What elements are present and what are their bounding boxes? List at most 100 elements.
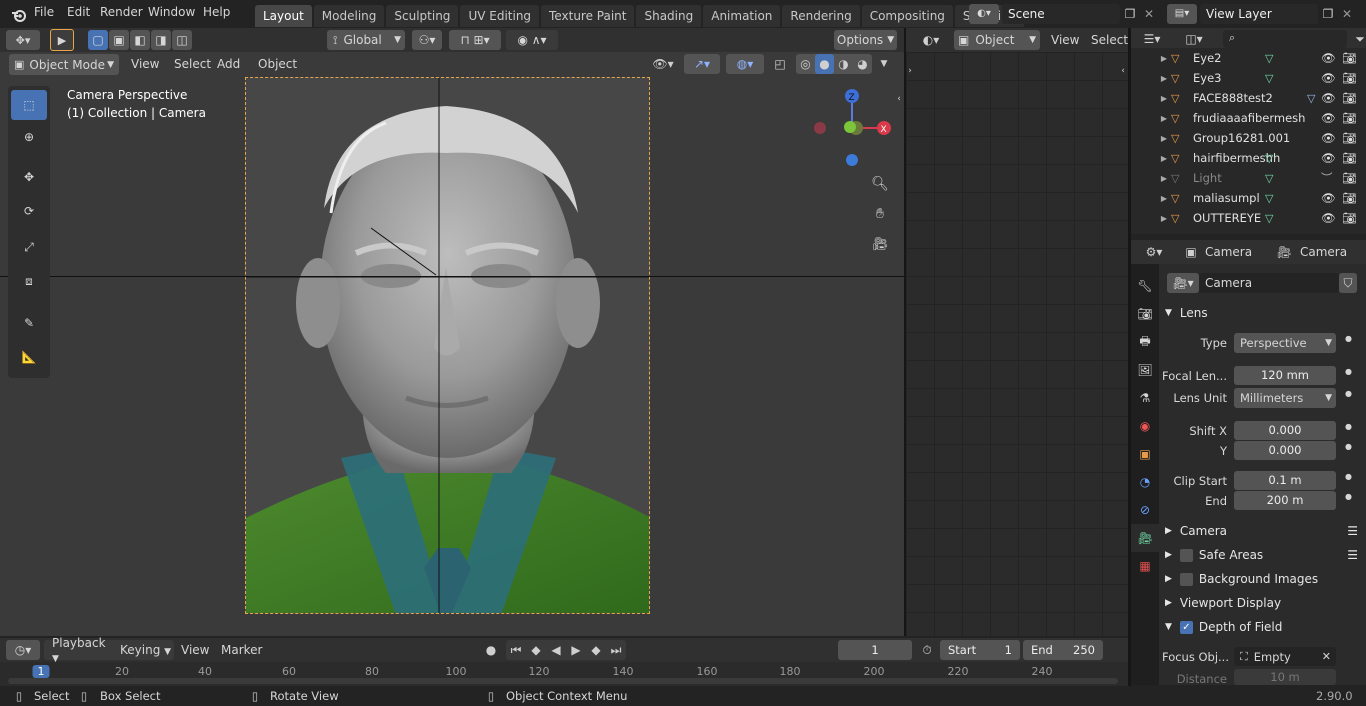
xray-icon[interactable]: ◰ bbox=[770, 54, 790, 74]
close-scene-icon[interactable]: ✕ bbox=[1140, 4, 1158, 24]
outliner-item-name[interactable]: maliasumpl bbox=[1193, 191, 1260, 205]
menu-edit[interactable]: Edit bbox=[67, 5, 100, 19]
tab-modeling[interactable]: Modeling bbox=[313, 5, 385, 27]
lens-unit-dropdown[interactable]: Millimeters ▼ bbox=[1234, 388, 1336, 408]
current-frame-field[interactable]: 1 bbox=[838, 640, 912, 660]
mesh-data-icon[interactable]: ▽ bbox=[1265, 52, 1273, 65]
object-dropdown[interactable]: ▣ Object ▼ bbox=[954, 30, 1040, 50]
close-layer-icon[interactable]: ✕ bbox=[1338, 4, 1356, 24]
prev-keyframe-icon[interactable]: ◆ bbox=[526, 643, 546, 657]
camera-view-icon[interactable]: 🎥︎ bbox=[870, 234, 890, 254]
keyframe-dot-icon[interactable]: ● bbox=[1345, 389, 1352, 398]
presets-list-icon[interactable]: ☰ bbox=[1347, 524, 1358, 538]
menu-help[interactable]: Help bbox=[203, 5, 243, 19]
expand-arrow-icon[interactable]: ▶ bbox=[1131, 154, 1171, 163]
outliner-item-name[interactable]: Group16281.001 bbox=[1193, 131, 1290, 145]
expand-arrow-icon[interactable]: ▶ bbox=[1131, 54, 1171, 63]
outliner-row[interactable]: ▶ ▽ Eye3 ▽ 👁 📷︎ bbox=[1131, 68, 1366, 88]
wireframe-shading-icon[interactable]: ◎ bbox=[796, 57, 815, 71]
annotate-tool-icon[interactable]: ✎ bbox=[11, 308, 47, 338]
tab-rendering[interactable]: Rendering bbox=[782, 5, 860, 27]
jump-end-icon[interactable]: ⏭ bbox=[606, 643, 626, 658]
outliner-item-name[interactable]: FACE888test2 bbox=[1193, 91, 1273, 105]
keyframe-dot-icon[interactable]: ● bbox=[1345, 334, 1352, 343]
view-layer-icon[interactable]: ▤▾ bbox=[1167, 3, 1197, 24]
gizmo-toggle-icon[interactable]: ↗▾ bbox=[684, 54, 720, 74]
expand-arrow-icon[interactable]: ▶ bbox=[1131, 134, 1171, 143]
collapse-left-icon[interactable]: › bbox=[906, 66, 914, 76]
safe-areas-panel-header[interactable]: ▶ Safe Areas ☰ bbox=[1165, 543, 1360, 567]
keyframe-dot-icon[interactable]: ● bbox=[1345, 472, 1352, 481]
render-camera-icon[interactable]: 📷︎ bbox=[1342, 131, 1357, 145]
preview-range-clock-icon[interactable]: ⏱ bbox=[918, 641, 936, 659]
solid-shading-icon[interactable]: ● bbox=[815, 54, 834, 74]
viewport-menu-view[interactable]: View bbox=[131, 57, 174, 71]
pivot-icon[interactable]: ⚇▾ bbox=[412, 30, 442, 50]
output-tab-icon[interactable]: 🖶 bbox=[1131, 328, 1159, 356]
fake-user-shield-icon[interactable]: ⛉ bbox=[1339, 273, 1357, 293]
scene-tab-icon[interactable]: ⚗ bbox=[1131, 384, 1159, 412]
outliner-item-name[interactable]: frudiaaaafibermesh bbox=[1193, 111, 1305, 125]
sidebar-toggle-icon[interactable]: ‹ bbox=[894, 92, 904, 106]
tab-animation[interactable]: Animation bbox=[703, 5, 781, 27]
physics-tab-icon[interactable]: ⊘ bbox=[1131, 496, 1159, 524]
render-camera-icon[interactable]: 📷︎ bbox=[1342, 91, 1357, 105]
zoom-icon[interactable]: 🔍︎ bbox=[870, 174, 890, 194]
visibility-eye-icon[interactable]: 👁 bbox=[1321, 91, 1336, 105]
blender-logo-icon[interactable] bbox=[10, 6, 28, 24]
lens-type-dropdown[interactable]: Perspective ▼ bbox=[1234, 333, 1336, 353]
shading-options-chevron-icon[interactable]: ▼ bbox=[878, 59, 890, 69]
presets-list-icon[interactable]: ☰ bbox=[1347, 548, 1358, 562]
outliner-row[interactable]: ▶ ▽ Light ▽ ︶ 📷︎ bbox=[1131, 168, 1366, 188]
next-keyframe-icon[interactable]: ◆ bbox=[586, 643, 606, 657]
render-camera-icon[interactable]: 📷︎ bbox=[1342, 111, 1357, 125]
editor-type-icon[interactable]: ✥▾ bbox=[6, 30, 40, 50]
mesh-data-icon[interactable]: ▽ bbox=[1265, 72, 1273, 85]
object-tab-icon[interactable]: ▣ bbox=[1131, 440, 1159, 468]
outliner-row[interactable]: ▶ ▽ maliasumpl ▽ 👁 📷︎ bbox=[1131, 188, 1366, 208]
tab-uv-editing[interactable]: UV Editing bbox=[460, 5, 540, 27]
material-shading-icon[interactable]: ◑ bbox=[834, 57, 853, 71]
expand-arrow-icon[interactable]: ▶ bbox=[1131, 114, 1171, 123]
outliner-search-input[interactable]: ⌕ bbox=[1223, 30, 1347, 48]
camera-data-tab-icon[interactable]: 🎥︎ bbox=[1131, 524, 1159, 552]
viewport-menu-object[interactable]: Object bbox=[258, 57, 308, 71]
proportional-edit-icon[interactable]: ◉ ∧▾ bbox=[506, 30, 558, 50]
safe-areas-checkbox[interactable] bbox=[1179, 548, 1193, 562]
visibility-eye-icon[interactable]: 👁 bbox=[1321, 191, 1336, 205]
record-icon[interactable]: ● bbox=[482, 641, 500, 659]
focal-length-field[interactable]: 120 mm bbox=[1234, 366, 1336, 385]
render-camera-icon[interactable]: 📷︎ bbox=[1342, 151, 1357, 165]
overlays-icon[interactable]: ◍▾ bbox=[726, 54, 764, 74]
depth-of-field-panel-header[interactable]: ▼ ✓ Depth of Field bbox=[1165, 615, 1360, 639]
outliner-row[interactable]: ▶ ▽ hairfibermeshh ▽ 👁 📷︎ bbox=[1131, 148, 1366, 168]
area-divider[interactable] bbox=[904, 28, 906, 636]
camera-panel-header[interactable]: ▶ Camera ☰ bbox=[1165, 519, 1360, 543]
keyframe-dot-icon[interactable]: ● bbox=[1345, 492, 1352, 501]
rotate-tool-icon[interactable]: ⟳ bbox=[11, 196, 47, 226]
mesh-data-icon[interactable]: ▽ bbox=[1265, 152, 1273, 165]
render-camera-icon[interactable]: 📷︎ bbox=[1342, 191, 1357, 205]
viewport-menu-add[interactable]: Add bbox=[217, 57, 258, 71]
keyframe-dot-icon[interactable]: ● bbox=[1345, 367, 1352, 376]
visibility-eye-icon[interactable]: 👁 bbox=[1321, 211, 1336, 225]
clear-field-icon[interactable]: ✕ bbox=[1322, 650, 1331, 663]
mode-dropdown[interactable]: ▣ Object Mode ▼ bbox=[9, 54, 119, 75]
focus-object-field[interactable]: ⛶ Empty ✕ bbox=[1234, 647, 1336, 666]
outliner-item-name[interactable]: Light bbox=[1193, 171, 1222, 185]
outliner-item-name[interactable]: Eye2 bbox=[1193, 51, 1221, 65]
clip-end-field[interactable]: 200 m bbox=[1234, 491, 1336, 510]
menu-render[interactable]: Render bbox=[100, 5, 148, 19]
collapse-right-icon[interactable]: ‹ bbox=[1119, 66, 1127, 76]
duplicate-scene-icon[interactable]: ❐ bbox=[1120, 4, 1140, 24]
orientation-dropdown[interactable]: ⟟ Global ▼ bbox=[327, 30, 405, 50]
shift-y-field[interactable]: 0.000 bbox=[1234, 441, 1336, 460]
outliner-row[interactable]: ▶ ▽ frudiaaaafibermesh 👁 📷︎ bbox=[1131, 108, 1366, 128]
scene-name-field[interactable]: Scene bbox=[1002, 3, 1120, 24]
timeline-menu-keying[interactable]: Keying ▼ bbox=[114, 643, 174, 657]
timeline-menu-marker[interactable]: Marker bbox=[221, 643, 262, 657]
outliner-row[interactable]: ▶ ▽ Eye2 ▽ 👁 📷︎ bbox=[1131, 48, 1366, 68]
select-new-icon[interactable]: ▢ bbox=[88, 30, 108, 50]
filter-icon[interactable]: ⏷ bbox=[1353, 30, 1366, 48]
menu-file[interactable]: File bbox=[34, 5, 67, 19]
